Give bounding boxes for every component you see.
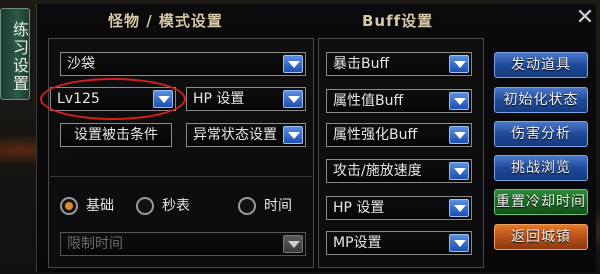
attack-cast-speed-select[interactable]: 攻击/施放速度: [326, 159, 472, 183]
hp-setting-select[interactable]: HP 设置: [186, 87, 306, 111]
close-icon[interactable]: ✕: [574, 7, 596, 30]
challenge-browse-button[interactable]: 挑战浏览: [494, 155, 588, 181]
highlight-circle: [40, 78, 186, 120]
practice-settings-tab[interactable]: 练习设置: [0, 8, 30, 100]
chevron-down-icon[interactable]: [449, 234, 469, 252]
reset-cooldown-button[interactable]: 重置冷却时间: [494, 189, 588, 215]
mode-time-label: 时间: [264, 198, 292, 214]
buff-hp-select[interactable]: HP 设置: [326, 196, 472, 220]
attack-cast-speed-value: 攻击/施放速度: [333, 163, 422, 179]
time-limit-value: 限制时间: [67, 236, 123, 252]
attribute-buff-select[interactable]: 属性值Buff: [326, 89, 472, 113]
monster-select-value: 沙袋: [67, 56, 95, 72]
mode-basic-radio[interactable]: 基础: [60, 196, 130, 216]
buff-mp-value: MP设置: [333, 235, 382, 251]
radio-checked-icon: [60, 197, 78, 215]
mode-basic-label: 基础: [86, 198, 114, 214]
chevron-down-icon[interactable]: [283, 126, 303, 144]
monster-select[interactable]: 沙袋: [60, 52, 306, 76]
mode-stopwatch-radio[interactable]: 秒表: [136, 196, 206, 216]
attribute-buff-value: 属性值Buff: [333, 93, 404, 109]
monster-mode-title: 怪物 / 模式设置: [108, 12, 223, 30]
mode-time-radio[interactable]: 时间: [238, 196, 308, 216]
status-effect-value: 异常状态设置: [193, 127, 277, 143]
crit-buff-value: 暴击Buff: [333, 56, 390, 72]
chevron-down-icon[interactable]: [449, 199, 469, 217]
time-limit-select: 限制时间: [60, 232, 306, 256]
element-enhance-buff-value: 属性强化Buff: [333, 127, 418, 143]
set-hit-condition-button[interactable]: 设置被击条件: [60, 123, 172, 147]
use-item-button[interactable]: 发动道具: [494, 52, 588, 78]
chevron-down-icon[interactable]: [449, 126, 469, 144]
chevron-down-icon[interactable]: [449, 92, 469, 110]
buff-settings-title: Buff设置: [362, 12, 434, 30]
status-effect-select[interactable]: 异常状态设置: [186, 123, 306, 147]
radio-icon: [136, 197, 154, 215]
chevron-down-icon: [283, 235, 303, 253]
chevron-down-icon[interactable]: [283, 55, 303, 73]
crit-buff-select[interactable]: 暴击Buff: [326, 52, 472, 76]
divider: [50, 176, 312, 177]
damage-analysis-button[interactable]: 伤害分析: [494, 121, 588, 147]
radio-icon: [238, 197, 256, 215]
mode-stopwatch-label: 秒表: [162, 198, 190, 214]
return-to-town-button[interactable]: 返回城镇: [494, 224, 588, 250]
element-enhance-buff-select[interactable]: 属性强化Buff: [326, 123, 472, 147]
hp-setting-value: HP 设置: [193, 91, 245, 107]
reset-status-button[interactable]: 初始化状态: [494, 87, 588, 113]
chevron-down-icon[interactable]: [283, 90, 303, 108]
chevron-down-icon[interactable]: [449, 162, 469, 180]
buff-mp-select[interactable]: MP设置: [326, 231, 472, 255]
chevron-down-icon[interactable]: [449, 55, 469, 73]
buff-hp-value: HP 设置: [333, 200, 385, 216]
